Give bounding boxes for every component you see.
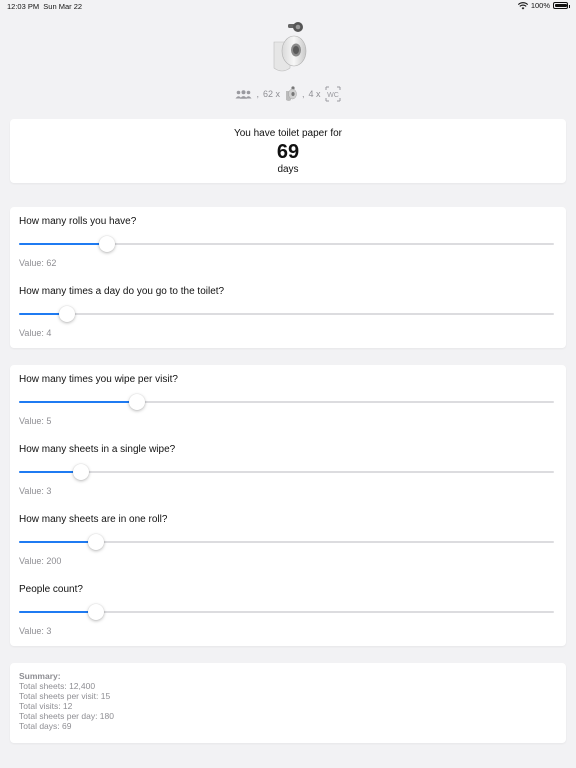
slider-thumb[interactable] — [87, 534, 104, 550]
summary-text: Summary: Total sheets: 12,400 Total shee… — [10, 663, 566, 739]
toilet-roll-small-icon — [286, 86, 297, 101]
slider-question: How many sheets in a single wipe? — [19, 444, 176, 455]
summary-line: Total days: 69 — [19, 721, 72, 731]
slider-fill — [19, 471, 81, 473]
wc-sign-text: WC — [327, 92, 339, 99]
summary-heading: Summary: — [19, 671, 61, 681]
visits-count: 4 x — [308, 89, 321, 99]
slider-fill — [19, 541, 96, 543]
slider-thumb[interactable] — [99, 236, 116, 252]
slider-fill — [19, 243, 108, 245]
sheets-per-wipe-slider[interactable] — [19, 464, 554, 480]
clock-date: Sun Mar 22 — [43, 2, 83, 11]
days-remaining-value: 69 — [276, 141, 300, 163]
wipes-slider-row: How many times you wipe per visit? Value… — [10, 365, 566, 435]
rolls-slider-row: How many rolls you have? Value: 62 — [10, 207, 566, 277]
slider-value-label: Value: 3 — [19, 626, 52, 636]
result-label: You have toilet paper for — [233, 128, 343, 139]
clock-time: 12:03 PM — [7, 2, 40, 11]
result-unit: days — [277, 164, 299, 175]
slider-question: How many sheets are in one roll? — [19, 514, 168, 525]
people-icon — [235, 89, 252, 99]
status-indicators: 100% — [517, 1, 570, 10]
summary-card: Summary: Total sheets: 12,400 Total shee… — [10, 663, 566, 743]
battery-icon — [553, 2, 570, 9]
summary-line: Total sheets: 12,400 — [19, 681, 96, 691]
wipes-per-visit-slider[interactable] — [19, 394, 554, 410]
visits-slider-row: How many times a day do you go to the to… — [10, 277, 566, 347]
wifi-icon — [517, 1, 528, 9]
summary-line: Total sheets per day: 180 — [19, 711, 114, 721]
visits-per-day-slider[interactable] — [19, 306, 554, 322]
slider-question: How many times a day do you go to the to… — [19, 286, 225, 297]
slider-value-label: Value: 62 — [19, 258, 57, 268]
slider-value-label: Value: 200 — [19, 556, 62, 566]
slider-value-label: Value: 3 — [19, 486, 52, 496]
sheets-per-wipe-slider-row: How many sheets in a single wipe? Value:… — [10, 435, 566, 505]
slider-fill — [19, 401, 137, 403]
rolls-count: 62 x — [262, 89, 280, 99]
slider-thumb[interactable] — [59, 306, 76, 322]
people-separator: , — [256, 89, 259, 99]
sheets-per-roll-slider[interactable] — [19, 534, 554, 550]
slider-question: How many rolls you have? — [19, 216, 137, 227]
hero-illustration — [0, 18, 576, 78]
usage-overview: , 62 x , 4 x WC — [0, 86, 576, 102]
slider-value-label: Value: 5 — [19, 416, 52, 426]
rolls-slider[interactable] — [19, 236, 554, 252]
slider-thumb[interactable] — [72, 464, 89, 480]
status-time: 12:03 PM Sun Mar 22 — [7, 2, 82, 11]
sheets-per-roll-slider-row: How many sheets are in one roll? Value: … — [10, 505, 566, 575]
status-bar: 12:03 PM Sun Mar 22 100% — [0, 0, 576, 14]
usage-settings-card: How many times you wipe per visit? Value… — [10, 365, 566, 646]
visits-separator: , — [302, 89, 305, 99]
wc-sign-icon: WC — [325, 86, 341, 102]
battery-level — [555, 4, 567, 7]
toilet-paper-icon — [273, 22, 307, 72]
slider-question: How many times you wipe per visit? — [19, 374, 178, 385]
slider-thumb[interactable] — [87, 604, 104, 620]
battery-percent: 100% — [530, 1, 550, 10]
supply-settings-card: How many rolls you have? Value: 62 How m… — [10, 207, 566, 348]
slider-fill — [19, 611, 96, 613]
people-count-slider-row: People count? Value: 3 — [10, 575, 566, 645]
people-count-slider[interactable] — [19, 604, 554, 620]
result-card: You have toilet paper for 69 days — [10, 119, 566, 183]
slider-value-label: Value: 4 — [19, 328, 52, 338]
summary-line: Total sheets per visit: 15 — [19, 691, 111, 701]
slider-thumb[interactable] — [128, 394, 145, 410]
slider-question: People count? — [19, 584, 83, 595]
summary-line: Total visits: 12 — [19, 701, 73, 711]
